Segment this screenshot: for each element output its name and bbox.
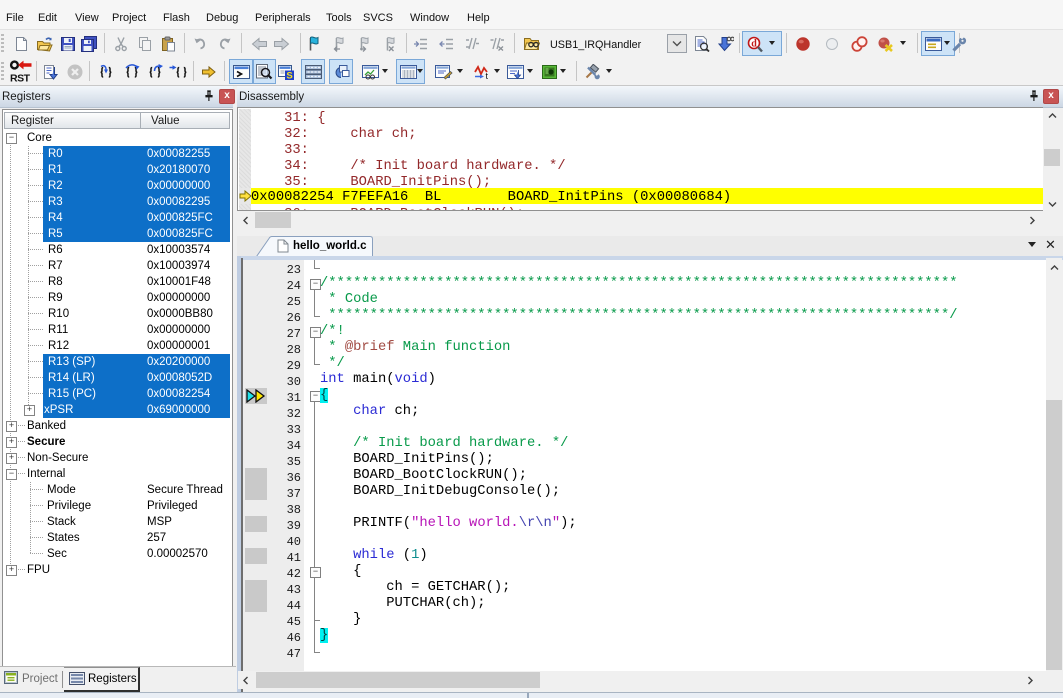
svg-text:t: t — [486, 71, 489, 80]
svg-text:d: d — [751, 38, 757, 49]
svg-text:S: S — [286, 70, 292, 80]
svg-text:RST: RST — [10, 73, 31, 85]
